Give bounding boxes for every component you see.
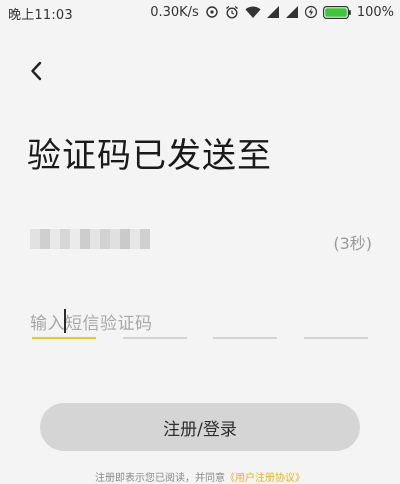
status-bar: 晚上11:03 0.30K/s 100% <box>0 0 400 24</box>
user-agreement-link[interactable]: 《用户注册协议》 <box>225 473 305 484</box>
phone-number-obscured <box>30 229 150 249</box>
chevron-left-icon <box>30 61 42 81</box>
signal-icon <box>285 6 299 18</box>
battery-icon <box>322 5 351 19</box>
back-button[interactable] <box>25 58 47 84</box>
alarm-icon <box>225 5 239 19</box>
signal-icon <box>266 6 280 18</box>
text-cursor <box>64 309 66 333</box>
net-speed: 0.30K/s <box>150 4 199 20</box>
status-icons: 0.30K/s 100% <box>150 4 394 20</box>
code-slot-3[interactable] <box>213 337 277 339</box>
register-login-button[interactable]: 注册/登录 <box>40 403 360 451</box>
resend-countdown[interactable]: (3秒) <box>333 230 372 254</box>
code-placeholder: 输入短信验证码 <box>30 314 153 334</box>
code-slot-1[interactable] <box>32 337 96 339</box>
code-slot-2[interactable] <box>123 337 187 339</box>
status-time: 晚上11:03 <box>8 8 73 23</box>
wifi-icon <box>245 6 261 19</box>
battery-percent: 100% <box>356 4 394 20</box>
charging-icon <box>304 5 317 19</box>
agreement-text: 注册即表示您已阅读，并同意 <box>95 473 225 484</box>
page-title: 验证码已发送至 <box>27 136 272 176</box>
sms-code-input[interactable]: 输入短信验证码 <box>0 300 400 350</box>
sync-icon <box>205 5 219 19</box>
code-slot-4[interactable] <box>304 337 368 339</box>
